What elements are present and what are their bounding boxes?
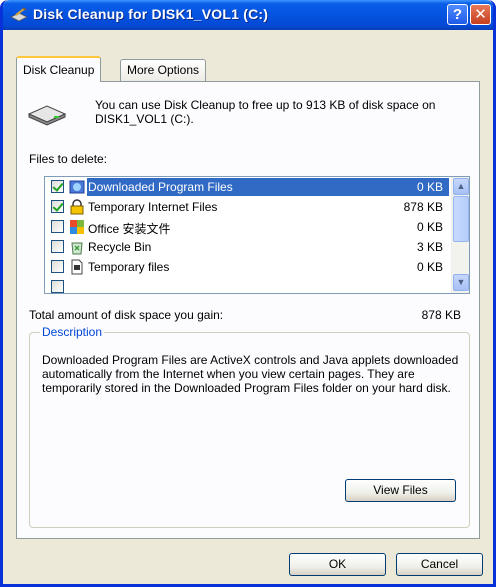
disk-cleanup-panel: You can use Disk Cleanup to free up to 9… [16,81,480,539]
file-size: 0 KB [416,220,443,234]
list-item[interactable] [45,277,449,293]
file-size: 878 KB [403,200,443,214]
list-item[interactable]: Temporary files 0 KB [45,257,449,277]
list-item[interactable]: Temporary Internet Files 878 KB [45,197,449,217]
file-name: Temporary Internet Files [88,200,218,214]
hard-disk-icon [27,105,67,126]
scroll-up-icon[interactable]: ▲ [453,178,469,195]
checkbox[interactable] [51,260,64,273]
file-size: 0 KB [416,180,443,194]
close-button[interactable]: ✕ [470,4,491,25]
checkbox[interactable] [51,240,64,253]
recycle-bin-icon [71,242,83,255]
total-space-label: Total amount of disk space you gain: [29,308,224,322]
checkbox[interactable] [51,220,64,233]
tab-more-options[interactable]: More Options [120,59,207,81]
list-item[interactable]: Office 安装文件 0 KB [45,217,449,237]
files-list[interactable]: Downloaded Program Files 0 KB Temporary … [44,176,470,294]
ok-button[interactable]: OK [289,553,386,576]
cancel-button[interactable]: Cancel [396,553,483,576]
temp-file-icon [71,259,83,275]
list-scrollbar[interactable]: ▲ ▼ [451,177,469,293]
disk-cleanup-window: Disk Cleanup for DISK1_VOL1 (C:) ? ✕ Dis… [0,0,496,587]
lock-icon [70,199,84,215]
checkbox[interactable] [51,280,64,293]
checkbox[interactable] [51,200,64,213]
list-item[interactable]: Recycle Bin 3 KB [45,237,449,257]
list-item[interactable]: Downloaded Program Files 0 KB [45,177,449,197]
total-space-value: 878 KB [421,308,461,322]
file-size: 3 KB [416,240,443,254]
disk-cleanup-icon [10,7,28,22]
description-legend: Description [40,325,105,339]
description-text: Downloaded Program Files are ActiveX con… [42,353,459,395]
intro-text: You can use Disk Cleanup to free up to 9… [95,98,436,126]
files-to-delete-label: Files to delete: [29,152,108,166]
downloaded-files-icon [69,180,85,194]
window-title: Disk Cleanup for DISK1_VOL1 (C:) [33,6,269,22]
file-name: Recycle Bin [88,240,152,254]
checkbox[interactable] [51,180,64,193]
title-bar[interactable]: Disk Cleanup for DISK1_VOL1 (C:) ? ✕ [3,0,493,30]
file-size: 0 KB [416,260,443,274]
help-button[interactable]: ? [447,4,468,25]
file-name: Office 安装文件 [88,222,171,236]
office-icon [70,220,84,234]
file-name: Downloaded Program Files [88,180,233,194]
scroll-thumb[interactable] [453,196,469,242]
tab-disk-cleanup[interactable]: Disk Cleanup [16,56,102,82]
scroll-down-icon[interactable]: ▼ [453,274,469,291]
view-files-button[interactable]: View Files [345,479,456,502]
file-name: Temporary files [88,260,170,274]
